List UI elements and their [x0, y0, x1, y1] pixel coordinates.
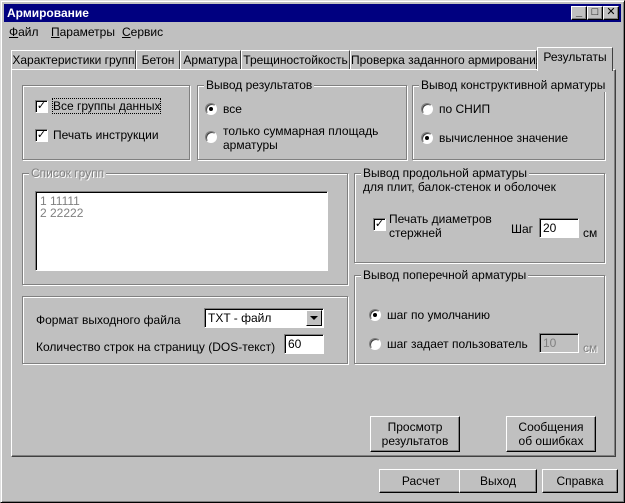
menu-file[interactable]: Файл — [9, 25, 39, 39]
maximize-icon: □ — [591, 6, 599, 18]
snip-radio[interactable] — [421, 103, 433, 115]
computed-value-label: вычисленное значение — [439, 131, 569, 145]
constructive-title: Вывод конструктивной арматуры — [419, 78, 608, 92]
print-instructions-checkbox[interactable]: ✓ — [35, 129, 48, 142]
main-window: Армирование _ □ ✕ Файл Параметры Сервис … — [0, 0, 625, 503]
group-listbox[interactable]: 1 11111 2 22222 — [35, 191, 328, 271]
menu-service[interactable]: Сервис — [122, 25, 163, 39]
user-step-radio[interactable] — [369, 338, 381, 350]
constructive-group: Вывод конструктивной арматуры по СНИП вы… — [412, 78, 608, 160]
results-panel: ✓ Все группы данных ✓ Печать инструкции … — [11, 69, 616, 457]
minimize-icon: _ — [575, 6, 583, 18]
longitudinal-unit-label: см — [583, 226, 598, 240]
output-all-radio[interactable] — [205, 103, 217, 115]
title-bar[interactable]: Армирование _ □ ✕ — [4, 4, 621, 22]
calculate-button[interactable]: Расчет — [379, 469, 463, 493]
transverse-group: Вывод поперечной арматуры шаг по умолчан… — [354, 268, 605, 364]
tab-check-reinforcement[interactable]: Проверка заданного армирования — [350, 50, 542, 70]
longitudinal-step-input[interactable]: 20 — [539, 218, 579, 238]
output-results-title: Вывод результатов — [204, 78, 315, 92]
menu-bar: Файл Параметры Сервис — [4, 23, 621, 42]
group-list-title: Список групп — [29, 166, 107, 180]
output-summary-label-1: только суммарная площадь — [223, 124, 379, 138]
default-step-radio[interactable] — [369, 309, 381, 321]
help-button[interactable]: Справка — [542, 469, 618, 493]
view-results-button[interactable]: Просмотр результатов — [370, 416, 460, 452]
lines-per-page-input[interactable]: 60 — [284, 334, 324, 354]
close-button[interactable]: ✕ — [603, 6, 619, 20]
chevron-down-icon[interactable] — [306, 310, 322, 326]
output-all-label: все — [223, 102, 242, 116]
minimize-button[interactable]: _ — [571, 6, 587, 20]
user-step-label: шаг задает пользователь — [387, 337, 528, 351]
group-list-group: Список групп 1 11111 2 22222 — [22, 166, 348, 285]
tab-group-characteristics[interactable]: Характеристики групп — [11, 50, 136, 70]
file-format-value: TXT - файл — [208, 311, 272, 325]
output-file-group: Формат выходного файла TXT - файл Количе… — [22, 296, 348, 364]
transverse-title: Вывод поперечной арматуры — [361, 268, 529, 282]
maximize-button[interactable]: □ — [587, 6, 603, 20]
output-summary-label-2: арматуры — [223, 138, 278, 152]
tab-results[interactable]: Результаты — [537, 47, 613, 71]
computed-value-radio[interactable] — [421, 132, 433, 144]
longitudinal-title-1: Вывод продольной арматуры — [361, 166, 530, 180]
options-group: ✓ Все группы данных ✓ Печать инструкции — [22, 85, 190, 160]
tab-reinforcement[interactable]: Арматура — [180, 50, 241, 70]
error-messages-button[interactable]: Сообщения об ошибках — [506, 416, 596, 452]
snip-label: по СНИП — [439, 102, 491, 116]
transverse-step-input[interactable]: 10 — [539, 333, 579, 353]
file-format-select[interactable]: TXT - файл — [204, 308, 324, 328]
list-item[interactable]: 2 22222 — [40, 207, 323, 219]
window-title: Армирование — [7, 6, 89, 20]
longitudinal-title-2: для плит, балок-стенок и оболочек — [361, 180, 558, 194]
tab-concrete[interactable]: Бетон — [136, 50, 180, 70]
menu-parameters[interactable]: Параметры — [51, 25, 115, 39]
output-summary-radio[interactable] — [205, 131, 217, 143]
lines-per-page-label: Количество строк на страницу (DOS-текст) — [36, 340, 276, 354]
file-format-label: Формат выходного файла — [36, 313, 181, 327]
step-label: Шаг — [511, 222, 534, 236]
exit-button[interactable]: Выход — [459, 469, 537, 493]
output-results-group: Вывод результатов все только суммарная п… — [197, 78, 407, 160]
print-diameters-checkbox[interactable]: ✓ — [373, 218, 386, 231]
default-step-label: шаг по умолчанию — [387, 308, 491, 322]
all-groups-checkbox[interactable]: ✓ — [35, 100, 48, 113]
transverse-unit-label: см — [583, 341, 598, 355]
close-icon: ✕ — [606, 6, 616, 18]
tab-crack-resistance[interactable]: Трещиностойкость — [241, 50, 350, 70]
longitudinal-group: Вывод продольной арматуры для плит, бало… — [354, 166, 605, 263]
print-instructions-label: Печать инструкции — [53, 128, 159, 142]
all-groups-label: Все группы данных — [51, 98, 162, 114]
print-diameters-label-1: Печать диаметров — [389, 212, 492, 226]
print-diameters-label-2: стержней — [389, 226, 442, 240]
